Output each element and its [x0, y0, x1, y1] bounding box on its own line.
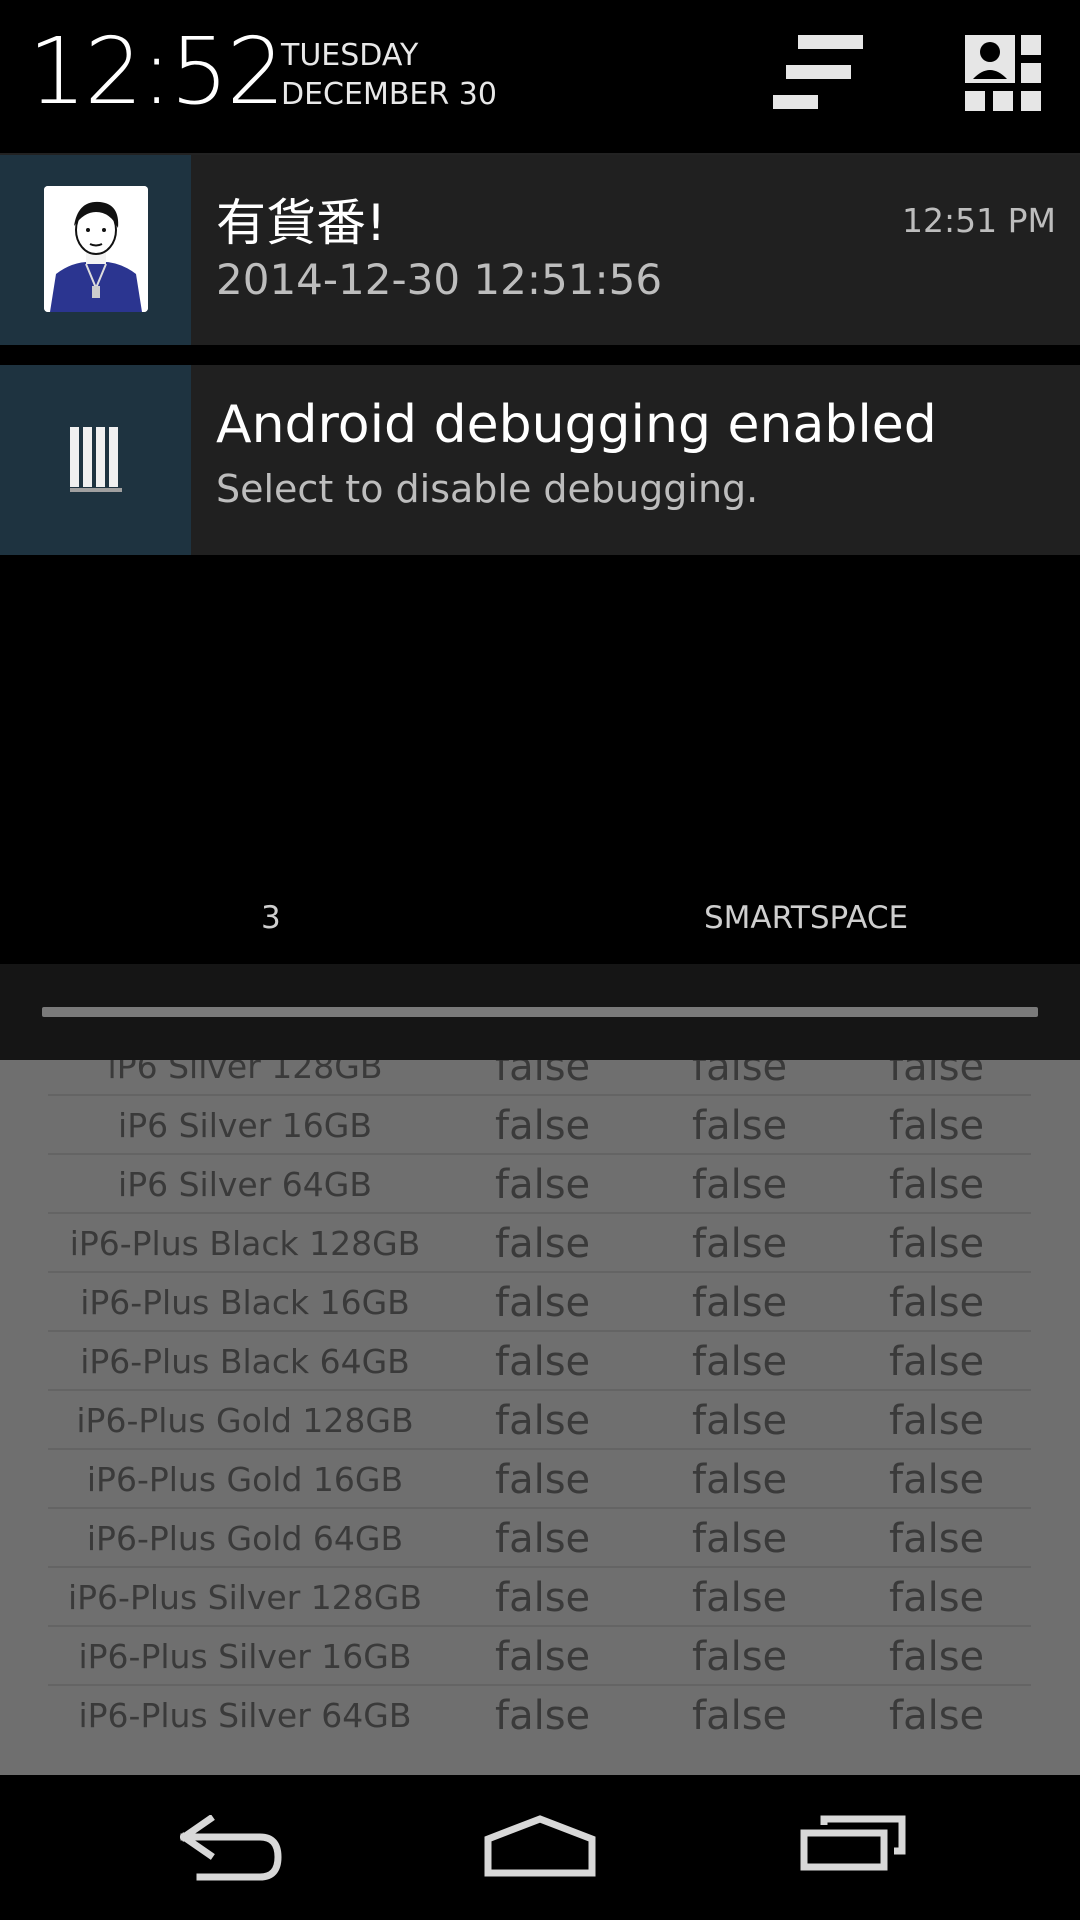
product-name-cell: iP6 Silver 16GB [118, 1106, 372, 1145]
status-cell: false [495, 1162, 591, 1208]
status-cell: false [889, 1575, 985, 1621]
background-app-table: iP6 Silver 128GB false false false iP6 S… [0, 1060, 1080, 1775]
status-cell: false [889, 1398, 985, 1444]
navigation-bar [0, 1775, 1080, 1920]
status-cell: false [495, 1575, 591, 1621]
status-cell: false [495, 1516, 591, 1562]
product-name-cell: iP6-Plus Silver 64GB [78, 1696, 412, 1735]
status-cell: false [692, 1280, 788, 1326]
notification-header: 12:52 TUESDAY DECEMBER 30 [0, 0, 1080, 153]
product-name-cell: iP6-Plus Gold 128GB [76, 1401, 414, 1440]
usb-debug-icon [70, 427, 122, 492]
table-row: iP6-Plus Black 128GB false false false [48, 1213, 1031, 1273]
notification-icon-pane [0, 155, 191, 345]
shade-drag-handle[interactable] [42, 1007, 1038, 1017]
table-row: iP6-Plus Black 16GB false false false [48, 1272, 1031, 1332]
status-cell: false [692, 1339, 788, 1385]
quick-settings-icon[interactable] [965, 35, 1041, 111]
status-cell: false [495, 1398, 591, 1444]
date: TUESDAY DECEMBER 30 [281, 36, 497, 114]
notification-text: 2014-12-30 12:51:56 [216, 255, 663, 304]
table-row: iP6 Silver 64GB false false false [48, 1154, 1031, 1214]
home-icon[interactable] [484, 1815, 596, 1877]
status-cell: false [692, 1693, 788, 1739]
notification-icon-pane [0, 365, 191, 555]
recents-icon[interactable] [800, 1815, 906, 1871]
status-cell: false [692, 1457, 788, 1503]
clock: 12:52 [28, 18, 285, 125]
status-cell: false [692, 1162, 788, 1208]
status-cell: false [692, 1060, 788, 1090]
notification-usb-debugging[interactable]: Android debugging enabled Select to disa… [0, 365, 1080, 555]
product-name-cell: iP6-Plus Black 16GB [80, 1283, 410, 1322]
status-cell: false [495, 1339, 591, 1385]
status-cell: false [495, 1103, 591, 1149]
product-name-cell: iP6-Plus Black 128GB [69, 1224, 421, 1263]
status-cell: false [692, 1634, 788, 1680]
status-cell: false [692, 1221, 788, 1267]
status-cell: false [692, 1575, 788, 1621]
notification-title: Android debugging enabled [216, 395, 937, 455]
table-row: iP6 Silver 128GB false false false [48, 1060, 1031, 1096]
avatar [44, 186, 148, 312]
status-cell: false [495, 1457, 591, 1503]
status-cell: false [692, 1516, 788, 1562]
status-cell: false [889, 1162, 985, 1208]
table-row: iP6-Plus Silver 128GB false false false [48, 1567, 1031, 1627]
status-cell: false [692, 1398, 788, 1444]
footer-label-count: 3 [261, 900, 281, 936]
notification-app-stock[interactable]: 有貨番! 2014-12-30 12:51:56 12:51 PM [0, 155, 1080, 345]
day-of-week: TUESDAY [281, 38, 419, 73]
status-cell: false [889, 1060, 985, 1090]
notification-time: 12:51 PM [902, 201, 1056, 240]
status-cell: false [495, 1280, 591, 1326]
date-label: DECEMBER 30 [281, 77, 497, 112]
status-cell: false [889, 1516, 985, 1562]
status-cell: false [889, 1693, 985, 1739]
clear-all-icon[interactable] [773, 35, 863, 110]
status-cell: false [889, 1457, 985, 1503]
table-row: iP6-Plus Gold 128GB false false false [48, 1390, 1031, 1450]
product-name-cell: iP6-Plus Silver 128GB [67, 1578, 422, 1617]
status-cell: false [495, 1693, 591, 1739]
product-name-cell: iP6-Plus Silver 16GB [78, 1637, 412, 1676]
status-cell: false [495, 1634, 591, 1680]
table-row: iP6 Silver 16GB false false false [48, 1095, 1031, 1155]
product-name-cell: iP6-Plus Gold 64GB [86, 1519, 404, 1558]
table-row: iP6-Plus Silver 16GB false false false [48, 1626, 1031, 1686]
product-name-cell: iP6 Silver 64GB [118, 1165, 372, 1204]
status-cell: false [889, 1634, 985, 1680]
back-icon[interactable] [180, 1815, 282, 1881]
status-cell: false [889, 1221, 985, 1267]
product-name-cell: iP6-Plus Gold 16GB [86, 1460, 404, 1499]
status-cell: false [889, 1280, 985, 1326]
status-cell: false [889, 1103, 985, 1149]
notification-title: 有貨番! [216, 194, 387, 252]
product-name-cell: iP6-Plus Black 64GB [80, 1342, 410, 1381]
product-name-cell: iP6 Silver 128GB [107, 1060, 383, 1086]
table-row: iP6-Plus Gold 64GB false false false [48, 1508, 1031, 1568]
table-row: iP6-Plus Gold 16GB false false false [48, 1449, 1031, 1509]
notification-text: Select to disable debugging. [216, 467, 759, 511]
status-cell: false [692, 1103, 788, 1149]
status-cell: false [889, 1339, 985, 1385]
status-cell: false [495, 1221, 591, 1267]
status-cell: false [495, 1060, 591, 1090]
footer-label-smartspace: SMARTSPACE [704, 900, 909, 936]
table-row: iP6-Plus Silver 64GB false false false [48, 1685, 1031, 1743]
table-row: iP6-Plus Black 64GB false false false [48, 1331, 1031, 1391]
